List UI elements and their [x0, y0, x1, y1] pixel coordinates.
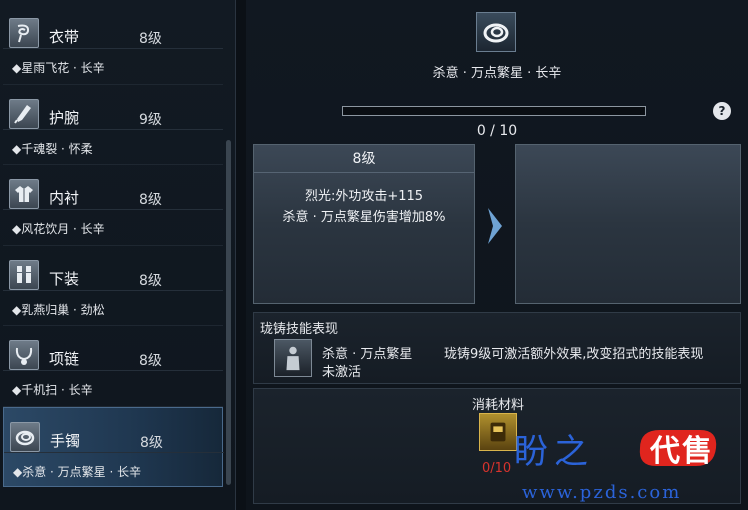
slot-belt[interactable]: 衣带 8级 ◆星雨飞花 · 长辛: [3, 4, 223, 85]
slot-set-name: ◆千机扫 · 长辛: [12, 383, 93, 397]
sidebar-scrollbar[interactable]: [226, 140, 231, 485]
slot-name: 衣带: [49, 28, 80, 46]
watermark-url: www.pzds.com: [522, 482, 682, 503]
slot-name: 内衬: [49, 189, 80, 207]
necklace-icon: [9, 340, 39, 370]
help-button[interactable]: ?: [713, 102, 731, 120]
current-level: 8级: [254, 145, 474, 173]
bracer-icon: [9, 98, 39, 129]
effect-description: 珑铸9级可激活额外效果,改变招式的技能表现: [444, 347, 704, 362]
slot-level: 8级: [139, 272, 162, 289]
bracelet-icon: [476, 12, 516, 52]
slot-set-name: ◆乳燕归巢 · 劲松: [12, 302, 105, 317]
section-label: 消耗材料: [471, 398, 524, 413]
pants-icon: [9, 259, 39, 290]
forge-progress-bar: [342, 106, 646, 116]
inner-shirt-icon: [9, 179, 39, 209]
chevron-right-icon: [488, 208, 502, 244]
slot-level: 8级: [140, 434, 163, 451]
belt-icon: [9, 18, 39, 48]
stat-line: 杀意 · 万点繁星伤害增加8%: [282, 210, 446, 225]
watermark-badge-text: 代售: [650, 434, 714, 469]
skill-effect-section: 珑铸技能表现 杀意 · 万点繁星 未激活 珑铸9级可激活额外效果,改变招式的技能…: [253, 312, 741, 384]
slot-level: 8级: [139, 353, 162, 369]
slot-name: 下装: [49, 269, 80, 288]
figure-silhouette-icon[interactable]: [274, 339, 312, 377]
watermark: 盼之 代售 www.pzds.com: [500, 424, 748, 510]
stat-line: 烈光:外功攻击+115: [304, 189, 424, 204]
slot-level: 9级: [139, 111, 162, 128]
effect-skill-name: 杀意 · 万点繁星: [322, 347, 413, 362]
next-level-card: [515, 144, 741, 304]
watermark-text: 盼之: [514, 432, 594, 472]
slot-set-name: ◆千魂裂 · 怀柔: [12, 141, 93, 156]
slot-name: 项链: [49, 350, 80, 368]
slot-bracelet[interactable]: 手镯 8级 ◆杀意 · 万点繁星 · 长辛: [3, 406, 224, 487]
bracelet-icon: [10, 421, 40, 452]
slot-pants[interactable]: 下装 8级 ◆乳燕归巢 · 劲松: [3, 246, 223, 326]
section-label: 珑铸技能表现: [260, 322, 339, 337]
slot-set-name: ◆星雨飞花 · 长辛: [12, 61, 105, 75]
slot-name: 手镯: [50, 431, 81, 450]
progress-text: 0 / 10: [476, 123, 518, 139]
slot-level: 8级: [139, 192, 162, 208]
equipment-slot-list: 衣带 8级 ◆星雨飞花 · 长辛 护腕 9级 ◆千魂裂 · 怀柔 内衬 8级 ◆…: [3, 4, 224, 487]
slot-level: 8级: [139, 31, 162, 47]
slot-bracer[interactable]: 护腕 9级 ◆千魂裂 · 怀柔: [3, 85, 223, 165]
slot-inner-shirt[interactable]: 内衬 8级 ◆风花饮月 · 长辛: [3, 165, 223, 246]
slot-necklace[interactable]: 项链 8级 ◆千机扫 · 长辛: [3, 326, 223, 407]
equipment-sidebar: 衣带 8级 ◆星雨飞花 · 长辛 护腕 9级 ◆千魂裂 · 怀柔 内衬 8级 ◆…: [0, 0, 236, 510]
slot-set-name: ◆杀意 · 万点繁星 · 长辛: [13, 464, 142, 479]
slot-set-name: ◆风花饮月 · 长辛: [12, 222, 105, 236]
slot-name: 护腕: [49, 108, 80, 127]
current-level-card: 8级 烈光:外功攻击+115 杀意 · 万点繁星伤害增加8%: [253, 144, 475, 304]
skill-title: 杀意 · 万点繁星 · 长辛: [432, 66, 562, 81]
effect-skill-state: 未激活: [322, 365, 362, 380]
